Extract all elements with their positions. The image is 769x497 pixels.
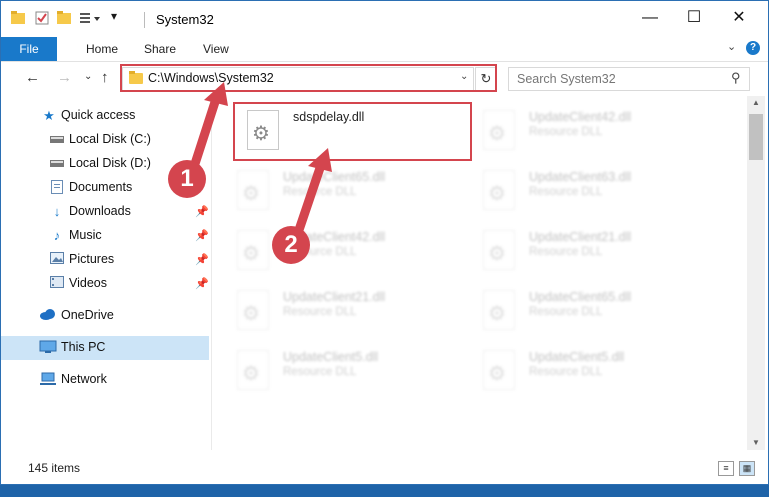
arrow-1 [188, 82, 228, 175]
step-1-badge: 1 [168, 160, 206, 198]
annotation-arrows [188, 82, 332, 235]
arrow-2 [294, 148, 332, 235]
step-2-badge: 2 [272, 226, 310, 264]
